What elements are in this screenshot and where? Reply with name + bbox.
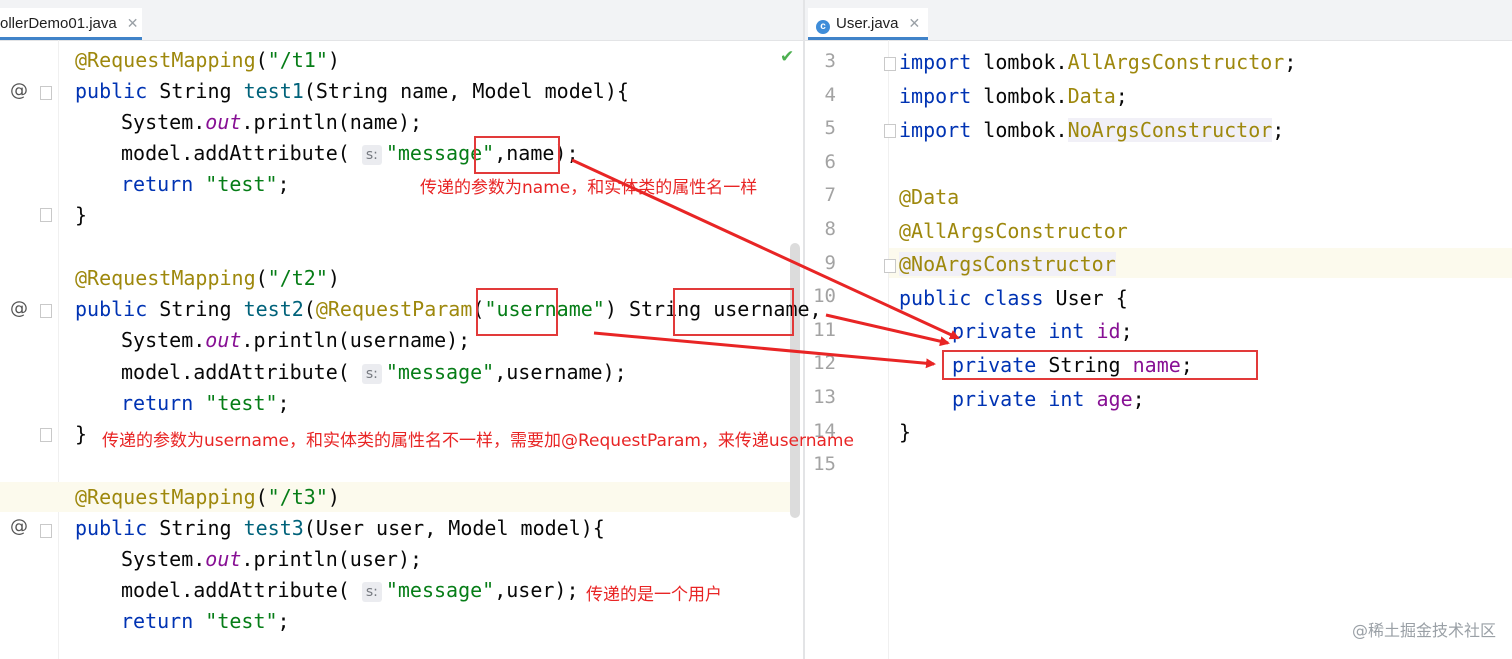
annotation-arrows — [571, 158, 960, 369]
arrow — [593, 331, 936, 369]
watermark: @稀土掘金技术社区 — [1351, 621, 1496, 640]
arrow — [571, 158, 960, 340]
arrow — [825, 313, 950, 347]
